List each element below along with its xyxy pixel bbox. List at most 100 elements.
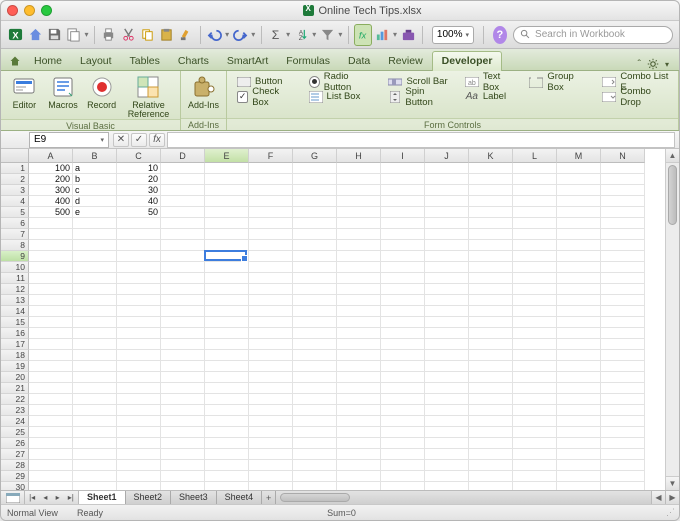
cell[interactable]	[557, 196, 601, 207]
sheet-tab[interactable]: Sheet1	[79, 491, 126, 504]
cell[interactable]	[29, 405, 73, 416]
cell[interactable]	[337, 240, 381, 251]
cell[interactable]	[293, 306, 337, 317]
cell[interactable]	[601, 262, 645, 273]
cell[interactable]	[469, 350, 513, 361]
cell[interactable]	[381, 460, 425, 471]
cell[interactable]: 100	[29, 163, 73, 174]
row-header[interactable]: 14	[1, 306, 29, 317]
cell[interactable]	[513, 449, 557, 460]
record-button[interactable]: Record	[84, 74, 119, 110]
cell[interactable]	[425, 185, 469, 196]
cell[interactable]	[161, 416, 205, 427]
cell[interactable]	[161, 185, 205, 196]
cell[interactable]	[469, 438, 513, 449]
cell[interactable]	[469, 427, 513, 438]
cell[interactable]	[161, 306, 205, 317]
redo-icon[interactable]	[232, 24, 249, 46]
cell[interactable]	[425, 328, 469, 339]
row-header[interactable]: 28	[1, 460, 29, 471]
row-header[interactable]: 25	[1, 427, 29, 438]
cell[interactable]	[513, 317, 557, 328]
cell[interactable]	[73, 449, 117, 460]
cell[interactable]	[205, 295, 249, 306]
cell[interactable]	[205, 405, 249, 416]
row-header[interactable]: 27	[1, 449, 29, 460]
column-header[interactable]: I	[381, 149, 425, 163]
cell[interactable]	[337, 471, 381, 482]
cell[interactable]	[73, 405, 117, 416]
cell[interactable]	[73, 372, 117, 383]
cell[interactable]	[469, 284, 513, 295]
cell[interactable]	[513, 218, 557, 229]
cell[interactable]	[29, 416, 73, 427]
cell[interactable]: b	[73, 174, 117, 185]
cell[interactable]	[249, 449, 293, 460]
row-header[interactable]: 20	[1, 372, 29, 383]
cell[interactable]	[73, 383, 117, 394]
cell[interactable]	[249, 273, 293, 284]
cell[interactable]	[425, 240, 469, 251]
cell[interactable]	[161, 372, 205, 383]
cell[interactable]	[337, 460, 381, 471]
cell[interactable]	[425, 306, 469, 317]
column-header[interactable]: C	[117, 149, 161, 163]
cell[interactable]	[337, 218, 381, 229]
cell[interactable]	[337, 284, 381, 295]
cell[interactable]	[381, 218, 425, 229]
form-textbox[interactable]: abText Box	[465, 75, 516, 88]
cell[interactable]	[469, 449, 513, 460]
cell[interactable]	[557, 405, 601, 416]
dropdown-icon[interactable]: ▾	[286, 30, 291, 39]
row-header[interactable]: 9	[1, 251, 29, 262]
cell[interactable]	[29, 394, 73, 405]
cell[interactable]	[513, 350, 557, 361]
cell[interactable]	[557, 218, 601, 229]
addins-button[interactable]: Add-Ins	[187, 74, 220, 110]
cell[interactable]	[469, 207, 513, 218]
row-header[interactable]: 1	[1, 163, 29, 174]
cell[interactable]	[469, 372, 513, 383]
cell[interactable]	[425, 251, 469, 262]
cell[interactable]	[29, 262, 73, 273]
cell[interactable]	[117, 240, 161, 251]
name-box[interactable]: E9▾	[29, 132, 109, 148]
toolbox-icon[interactable]	[400, 24, 417, 46]
cell[interactable]	[601, 471, 645, 482]
cell[interactable]	[73, 350, 117, 361]
cell[interactable]	[601, 240, 645, 251]
cell[interactable]	[117, 471, 161, 482]
cell[interactable]	[205, 372, 249, 383]
cell[interactable]	[337, 482, 381, 490]
cell[interactable]	[205, 174, 249, 185]
cell[interactable]	[381, 196, 425, 207]
cell[interactable]	[381, 427, 425, 438]
cell[interactable]	[161, 229, 205, 240]
cell[interactable]	[469, 185, 513, 196]
cell[interactable]	[249, 460, 293, 471]
cell[interactable]	[469, 383, 513, 394]
cell[interactable]	[205, 229, 249, 240]
cell[interactable]	[557, 185, 601, 196]
cell[interactable]	[469, 251, 513, 262]
cell[interactable]	[161, 163, 205, 174]
home-icon[interactable]	[26, 24, 43, 46]
cell[interactable]	[513, 207, 557, 218]
cell[interactable]	[73, 317, 117, 328]
column-header[interactable]: E	[205, 149, 249, 163]
column-header[interactable]: H	[337, 149, 381, 163]
cell[interactable]	[469, 229, 513, 240]
cell[interactable]	[513, 383, 557, 394]
cell[interactable]	[513, 471, 557, 482]
cell[interactable]	[205, 240, 249, 251]
cell[interactable]	[557, 328, 601, 339]
cell[interactable]	[73, 427, 117, 438]
row-header[interactable]: 30	[1, 482, 29, 490]
cell[interactable]	[293, 339, 337, 350]
cell[interactable]	[469, 416, 513, 427]
cell[interactable]	[73, 240, 117, 251]
cell[interactable]	[205, 218, 249, 229]
cell[interactable]	[469, 460, 513, 471]
cell[interactable]	[161, 251, 205, 262]
cell[interactable]	[117, 262, 161, 273]
